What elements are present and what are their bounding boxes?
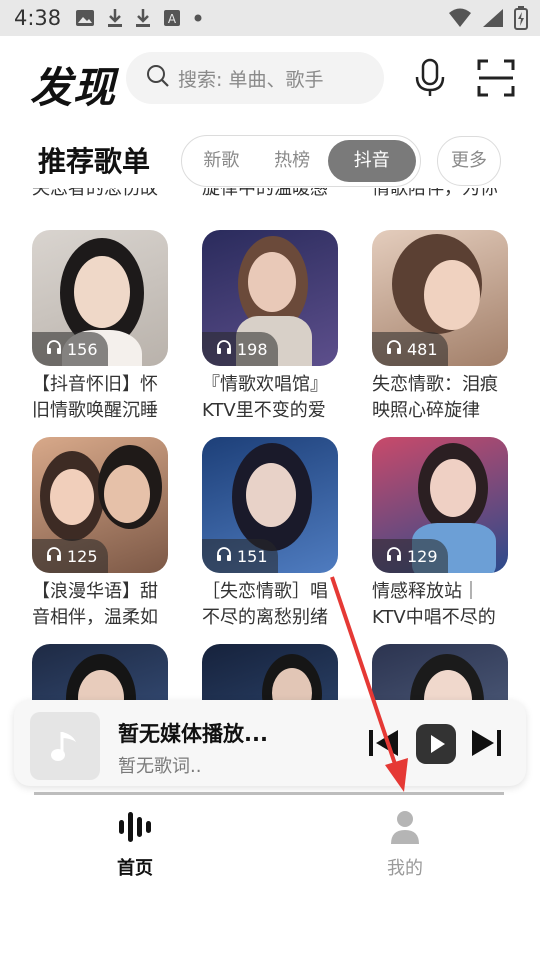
playlist-cover: 129 bbox=[372, 437, 508, 573]
nav-mine-label: 我的 bbox=[387, 858, 423, 879]
previous-button[interactable] bbox=[368, 728, 400, 762]
headphones-icon bbox=[46, 339, 62, 359]
playlist-card[interactable]: 129 情感释放站｜KTV中唱不尽的 bbox=[372, 437, 508, 631]
mini-player[interactable]: 暂无媒体播放... 暂无歌词.. bbox=[14, 700, 526, 786]
scan-button[interactable] bbox=[476, 58, 516, 98]
player-lyric: 暂无歌词.. bbox=[118, 756, 202, 777]
play-icon bbox=[416, 724, 456, 764]
screen: 4:38 A 发现 搜索: 单曲、歌手 推荐歌单 新歌 热榜 抖音 更多 失恋者… bbox=[0, 0, 540, 960]
headphones-icon bbox=[386, 546, 402, 566]
play-button[interactable] bbox=[416, 724, 456, 768]
music-note-icon bbox=[51, 732, 76, 761]
battery-icon bbox=[514, 6, 528, 30]
playlist-title: 『情歌欢唱馆』KTV里不变的爱 bbox=[202, 374, 328, 421]
search-placeholder: 搜索: 单曲、歌手 bbox=[178, 68, 324, 91]
playlist-card[interactable]: 156 【抖音怀旧】怀旧情歌唤醒沉睡 bbox=[32, 230, 168, 424]
skip-next-icon bbox=[472, 730, 501, 756]
playlist-title: ［失恋情歌］唱不尽的离愁别绪 bbox=[202, 581, 328, 628]
playlist-cover: 481 bbox=[372, 230, 508, 366]
play-count-badge: 151 bbox=[202, 539, 278, 573]
tab-douyin[interactable]: 抖音 bbox=[327, 140, 416, 182]
dot-icon bbox=[193, 13, 203, 23]
playlist-title: 情感释放站｜KTV中唱不尽的 bbox=[372, 581, 496, 628]
status-bar: 4:38 A bbox=[0, 0, 540, 36]
playlist-card[interactable]: 151 ［失恋情歌］唱不尽的离愁别绪 bbox=[202, 437, 338, 631]
headphones-icon bbox=[216, 546, 232, 566]
playlist-card[interactable]: 198 『情歌欢唱馆』KTV里不变的爱 bbox=[202, 230, 338, 424]
microphone-icon bbox=[415, 58, 445, 96]
download-icon bbox=[135, 8, 151, 28]
page-title: 发现 bbox=[30, 63, 117, 112]
playlist-card[interactable]: 125 【浪漫华语】甜音相伴，温柔如 bbox=[32, 437, 168, 631]
section-title: 推荐歌单 bbox=[38, 145, 151, 178]
next-button[interactable] bbox=[470, 728, 502, 762]
play-count-badge: 481 bbox=[372, 332, 448, 366]
wifi-icon bbox=[448, 8, 472, 28]
playlist-title: 【浪漫华语】甜音相伴，温柔如 bbox=[32, 581, 158, 628]
clipped-title: 旋律中的温暖感 bbox=[202, 188, 328, 199]
scan-icon bbox=[477, 59, 515, 97]
play-count: 129 bbox=[407, 546, 438, 566]
play-count: 151 bbox=[237, 546, 268, 566]
playlist-cover: 151 bbox=[202, 437, 338, 573]
player-progress-line bbox=[34, 792, 504, 795]
play-count: 198 bbox=[237, 339, 268, 359]
search-input[interactable]: 搜索: 单曲、歌手 bbox=[126, 52, 384, 104]
clipped-title: 失恋者的悲伤故 bbox=[32, 188, 158, 199]
player-cover bbox=[30, 712, 100, 780]
svg-text:A: A bbox=[168, 12, 177, 26]
headphones-icon bbox=[46, 546, 62, 566]
play-count: 156 bbox=[67, 339, 98, 359]
skip-previous-icon bbox=[369, 730, 398, 756]
headphones-icon bbox=[216, 339, 232, 359]
nav-home-label: 首页 bbox=[117, 858, 153, 879]
playlist-cover: 198 bbox=[202, 230, 338, 366]
header: 发现 搜索: 单曲、歌手 bbox=[0, 36, 540, 120]
soundwave-icon bbox=[119, 812, 151, 842]
play-count-badge: 156 bbox=[32, 332, 108, 366]
signal-icon bbox=[482, 8, 504, 28]
download-icon bbox=[107, 8, 123, 28]
tab-hot-chart[interactable]: 热榜 bbox=[257, 140, 328, 182]
play-count-badge: 129 bbox=[372, 539, 448, 573]
user-icon bbox=[391, 811, 419, 844]
search-icon bbox=[146, 64, 170, 92]
a-box-icon: A bbox=[163, 9, 181, 27]
nav-mine[interactable]: 我的 bbox=[355, 808, 455, 880]
play-count: 125 bbox=[67, 546, 98, 566]
play-count-badge: 198 bbox=[202, 332, 278, 366]
tab-new-songs[interactable]: 新歌 bbox=[186, 140, 257, 182]
play-count-badge: 125 bbox=[32, 539, 108, 573]
headphones-icon bbox=[386, 339, 402, 359]
playlist-cover: 156 bbox=[32, 230, 168, 366]
more-button[interactable]: 更多 bbox=[437, 136, 501, 186]
mic-button[interactable] bbox=[412, 58, 448, 98]
image-icon bbox=[75, 9, 95, 27]
playlist-card[interactable]: 481 失恋情歌：泪痕映照心碎旋律 bbox=[372, 230, 508, 424]
status-time: 4:38 bbox=[14, 6, 62, 30]
playlist-title: 失恋情歌：泪痕映照心碎旋律 bbox=[372, 374, 498, 421]
nav-home[interactable]: 首页 bbox=[85, 808, 185, 880]
play-count: 481 bbox=[407, 339, 438, 359]
category-tabs: 新歌 热榜 抖音 bbox=[181, 135, 421, 187]
playlist-title: 【抖音怀旧】怀旧情歌唤醒沉睡 bbox=[32, 374, 158, 421]
clipped-title: 情歌陪伴，为你 bbox=[372, 188, 498, 199]
playlist-cover: 125 bbox=[32, 437, 168, 573]
player-title: 暂无媒体播放... bbox=[118, 722, 268, 746]
